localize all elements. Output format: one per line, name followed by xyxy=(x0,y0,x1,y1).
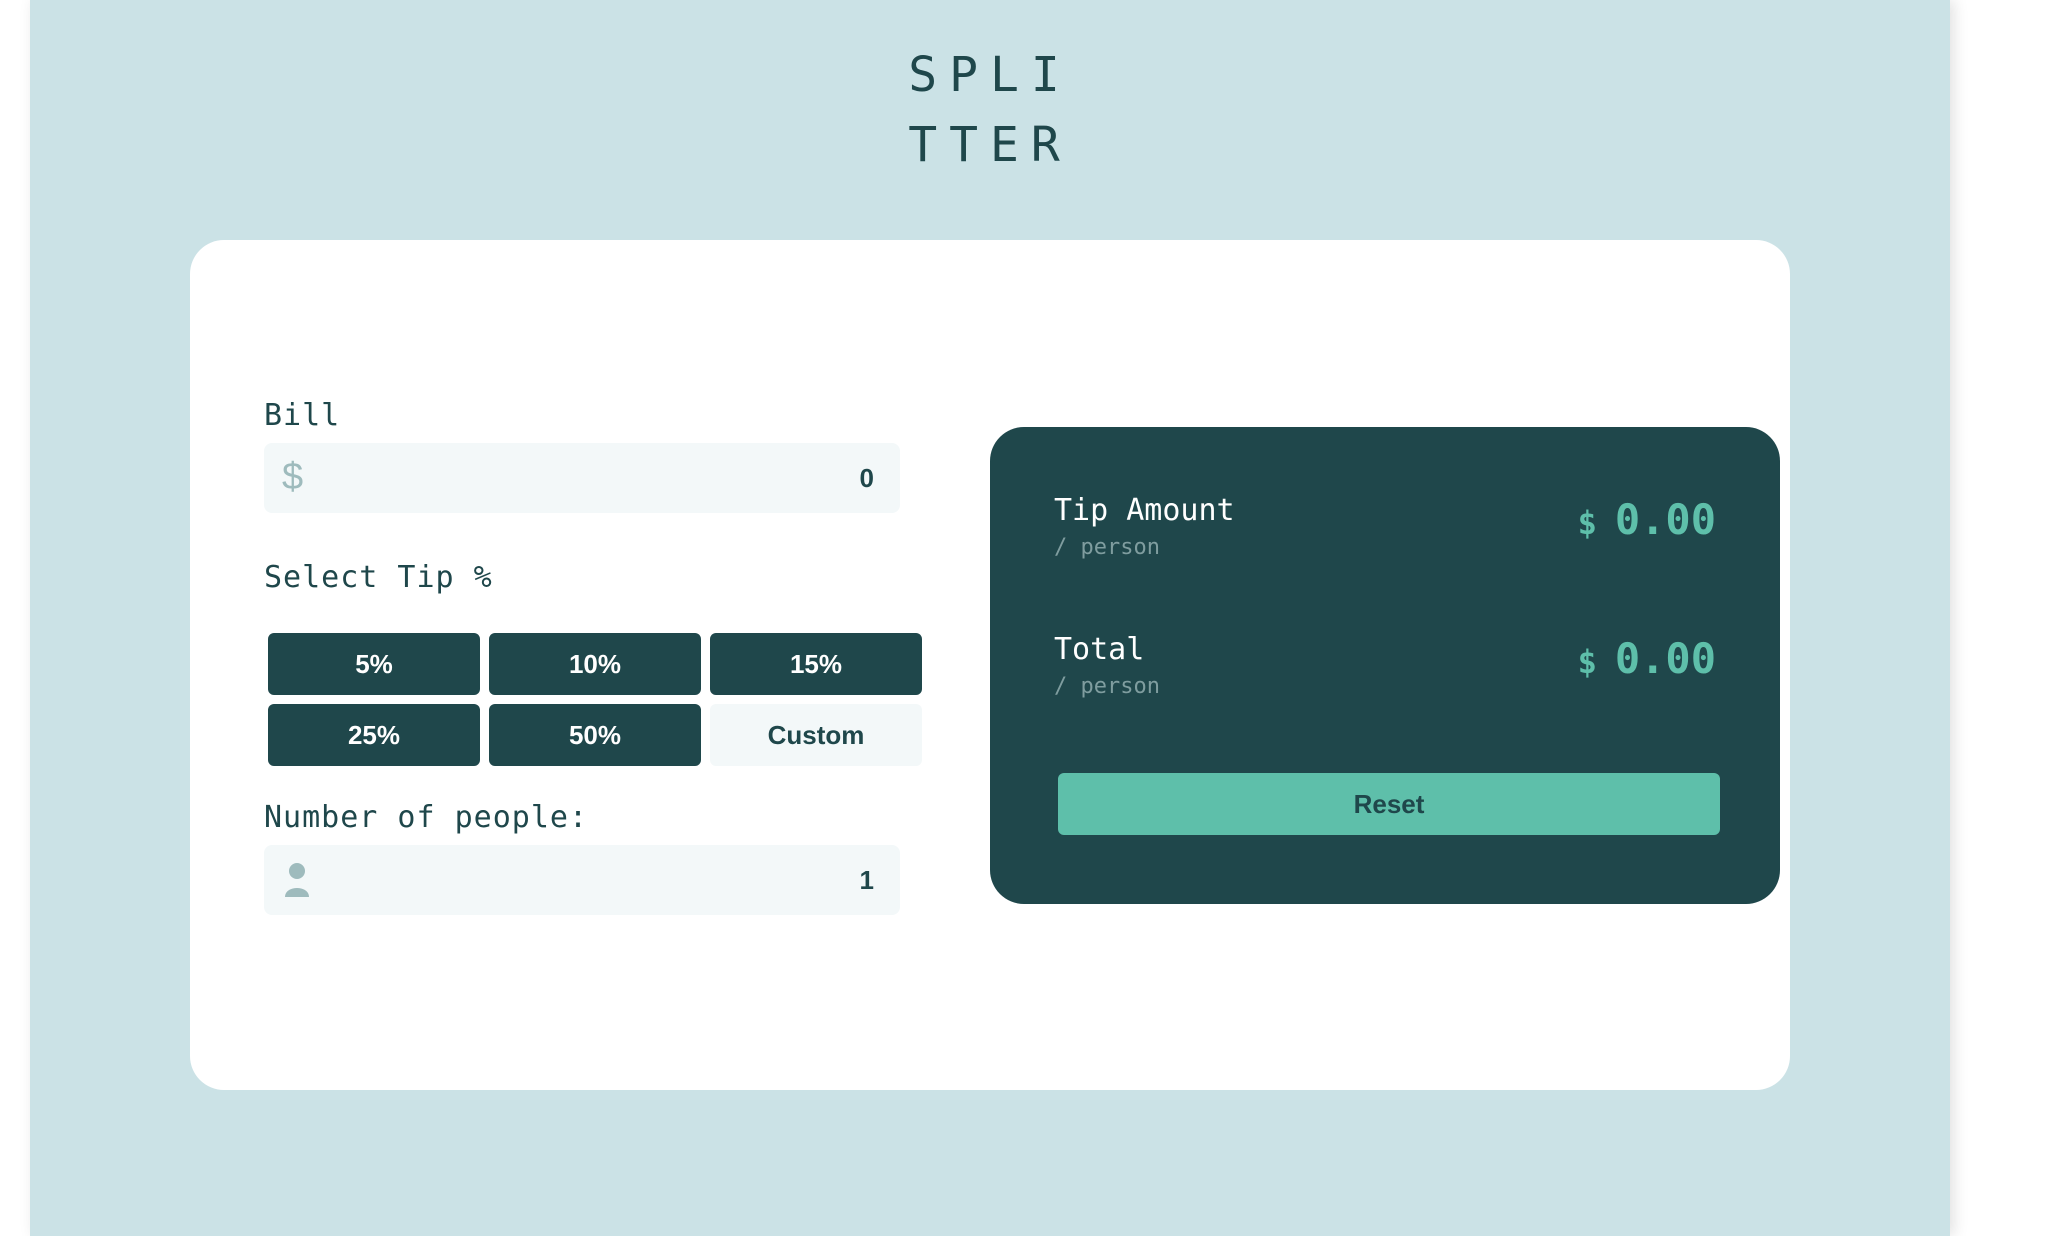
tip-amount-sub-label: / person xyxy=(1054,535,1160,560)
app-background: SPLI TTER Bill $ Select Tip % 5% 10% 15%… xyxy=(30,0,1950,1236)
total-value: $0.00 xyxy=(1578,634,1716,683)
total-number: 0.00 xyxy=(1614,634,1716,683)
tip-25-button[interactable]: 25% xyxy=(268,704,480,766)
total-currency: $ xyxy=(1577,643,1597,681)
tip-50-button[interactable]: 50% xyxy=(489,704,701,766)
logo-line-1: SPLI xyxy=(908,47,1072,103)
people-label: Number of people: xyxy=(264,800,589,835)
tip-amount-value: $0.00 xyxy=(1578,495,1716,544)
tip-10-button[interactable]: 10% xyxy=(489,633,701,695)
app-logo: SPLI TTER xyxy=(30,40,1950,180)
tip-amount-number: 0.00 xyxy=(1614,495,1716,544)
bill-label: Bill xyxy=(264,398,341,433)
bill-field[interactable]: $ xyxy=(264,443,900,513)
reset-button[interactable]: Reset xyxy=(1058,773,1720,835)
total-sub-label: / person xyxy=(1054,674,1160,699)
dollar-icon: $ xyxy=(282,456,304,498)
bill-input[interactable] xyxy=(324,443,874,513)
person-icon xyxy=(282,859,312,899)
total-label: Total xyxy=(1054,632,1145,667)
tip-15-button[interactable]: 15% xyxy=(710,633,922,695)
tip-amount-label: Tip Amount xyxy=(1054,493,1235,528)
tip-options: 5% 10% 15% 25% 50% Custom xyxy=(268,633,924,773)
people-field[interactable] xyxy=(264,845,900,915)
people-input[interactable] xyxy=(324,845,874,915)
logo-line-2: TTER xyxy=(908,117,1072,173)
results-panel: Tip Amount / person $0.00 Total / person… xyxy=(990,427,1780,904)
calculator-card: Bill $ Select Tip % 5% 10% 15% 25% 50% C… xyxy=(190,240,1790,1090)
tip-amount-currency: $ xyxy=(1577,504,1597,542)
tip-custom-button[interactable]: Custom xyxy=(710,704,922,766)
tip-5-button[interactable]: 5% xyxy=(268,633,480,695)
select-tip-label: Select Tip % xyxy=(264,560,493,595)
